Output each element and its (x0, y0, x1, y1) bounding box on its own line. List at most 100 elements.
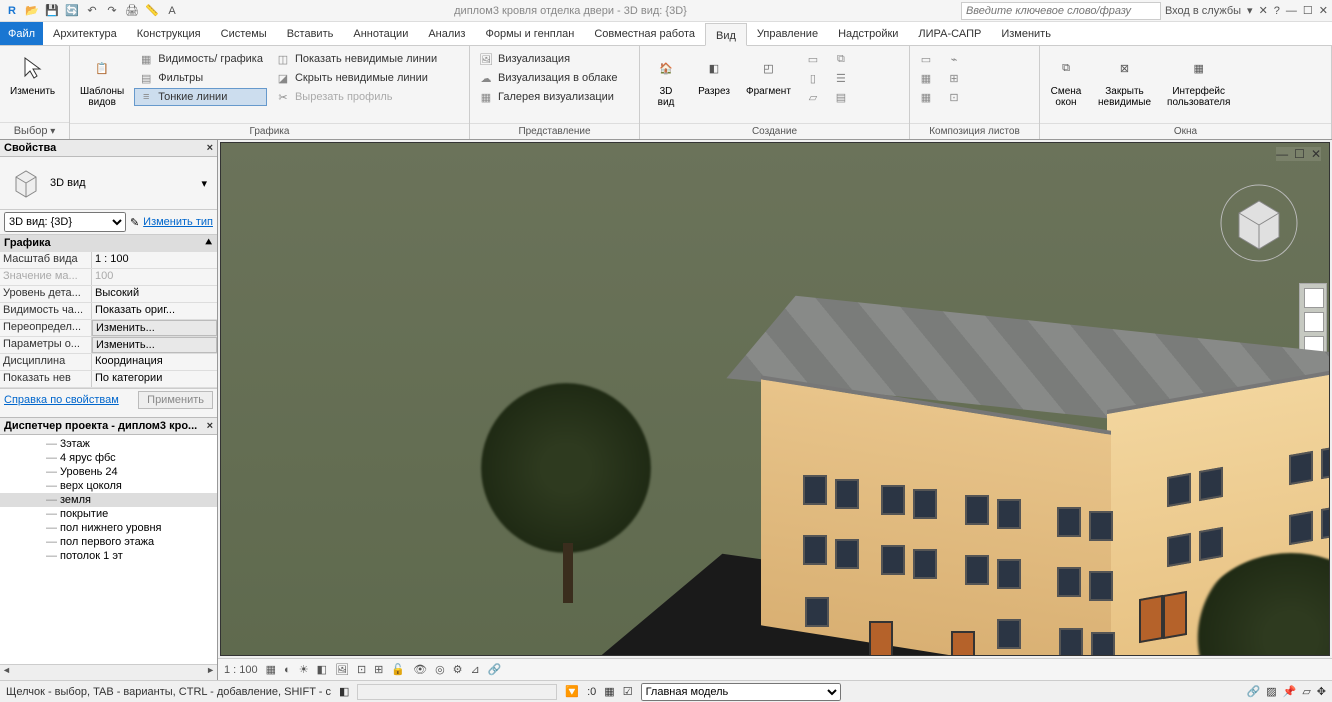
type-selector-status[interactable] (357, 684, 557, 700)
workset-selector[interactable]: Главная модель (641, 683, 841, 701)
scale-label[interactable]: 1 : 100 (224, 664, 258, 676)
sheet-button[interactable]: ▭ (914, 50, 938, 68)
tab-annotate[interactable]: Аннотации (343, 22, 418, 45)
half-tone-icon[interactable]: ◧ (339, 685, 349, 698)
select-face-icon[interactable]: ▱ (1302, 685, 1310, 698)
crop-show-icon[interactable]: ⊞ (374, 663, 383, 676)
tab-architecture[interactable]: Архитектура (43, 22, 127, 45)
text-icon[interactable]: A (164, 3, 180, 19)
guide-grid-button[interactable]: ▦ (914, 88, 938, 106)
exchange-icon[interactable]: ✕ (1259, 4, 1268, 17)
project-browser-tree[interactable]: 3этаж4 ярус фбсУровень 24верх цоколяземл… (0, 435, 217, 664)
show-hidden-button[interactable]: ◫Показать невидимые линии (271, 50, 441, 68)
browser-item[interactable]: верх цоколя (0, 479, 217, 493)
select-links-icon[interactable]: 🔗 (1247, 685, 1261, 698)
property-row[interactable]: ДисциплинаКоординация (0, 354, 217, 371)
viewref-button[interactable]: ⊞ (942, 69, 966, 87)
print-icon[interactable]: 🖨 (124, 3, 140, 19)
select-underlay-icon[interactable]: ▨ (1266, 685, 1276, 698)
edit-type-link[interactable]: Изменить тип (143, 216, 213, 228)
property-row[interactable]: Параметры о...Изменить... (0, 337, 217, 354)
tab-collaborate[interactable]: Совместная работа (584, 22, 705, 45)
property-row[interactable]: Масштаб вида1 : 100 (0, 252, 217, 269)
tab-systems[interactable]: Системы (211, 22, 277, 45)
view-maximize-icon[interactable]: ☐ (1294, 147, 1305, 161)
revisions-button[interactable]: ▦ (914, 69, 938, 87)
tab-manage[interactable]: Управление (747, 22, 828, 45)
apply-button[interactable]: Применить (138, 391, 213, 409)
viewcube[interactable] (1219, 183, 1299, 263)
browser-close-button[interactable]: × (207, 420, 213, 432)
open-icon[interactable]: 📂 (24, 3, 40, 19)
render-button[interactable]: 🖼Визуализация (474, 50, 622, 68)
properties-help-link[interactable]: Справка по свойствам (4, 394, 119, 406)
unlock-view-icon[interactable]: 🔓 (391, 663, 405, 676)
property-row[interactable]: Показать невПо категории (0, 371, 217, 388)
hide-hidden-button[interactable]: ◪Скрыть невидимые линии (271, 69, 441, 87)
chevron-down-icon[interactable]: ▾ (201, 177, 207, 190)
render-gallery-button[interactable]: ▦Галерея визуализации (474, 88, 622, 106)
legends-button[interactable]: ☰ (829, 69, 853, 87)
search-input[interactable] (961, 2, 1161, 20)
redo-icon[interactable]: ↷ (104, 3, 120, 19)
file-tab[interactable]: Файл (0, 22, 43, 45)
tab-modify[interactable]: Изменить (991, 22, 1061, 45)
property-row[interactable]: Уровень дета...Высокий (0, 286, 217, 303)
drag-elements-icon[interactable]: ✥ (1317, 685, 1326, 698)
browser-item[interactable]: потолок 1 эт (0, 549, 217, 563)
tab-view[interactable]: Вид (705, 23, 747, 46)
sun-path-icon[interactable]: ☀ (299, 663, 309, 676)
horizontal-scrollbar[interactable] (0, 664, 217, 680)
dup-view-button[interactable]: ⧉ (829, 50, 853, 68)
analytical-icon[interactable]: ⊿ (471, 663, 480, 676)
detail-level-icon[interactable]: ▦ (266, 663, 276, 676)
chevron-down-icon[interactable]: ▾ (1247, 4, 1253, 17)
plan-views-button[interactable]: ▭ (801, 50, 825, 68)
restore-icon[interactable]: ☐ (1303, 4, 1313, 17)
browser-item[interactable]: 4 ярус фбс (0, 451, 217, 465)
minimize-icon[interactable]: — (1286, 5, 1297, 17)
view-close-icon[interactable]: ✕ (1311, 147, 1321, 161)
thin-lines-button[interactable]: ≡Тонкие линии (134, 88, 267, 106)
undo-icon[interactable]: ↶ (84, 3, 100, 19)
sync-icon[interactable]: 🔄 (64, 3, 80, 19)
drafting-button[interactable]: ▱ (801, 88, 825, 106)
instance-selector[interactable]: 3D вид: {3D} (4, 212, 126, 232)
visual-style-icon[interactable]: ◐ (284, 664, 291, 676)
property-row[interactable]: Видимость ча...Показать ориг... (0, 303, 217, 320)
help-icon[interactable]: ? (1274, 5, 1280, 17)
browser-item[interactable]: покрытие (0, 507, 217, 521)
user-interface-button[interactable]: ▦ Интерфейс пользователя (1161, 50, 1236, 110)
wheel-icon[interactable] (1304, 288, 1324, 308)
properties-close-button[interactable]: × (207, 142, 213, 154)
view-templates-button[interactable]: 📋 Шаблоны видов (74, 50, 130, 110)
render-dialog-icon[interactable]: 🖼 (335, 663, 349, 676)
workset-icon[interactable]: ▦ (604, 685, 614, 698)
type-selector[interactable]: 3D вид ▾ (0, 157, 217, 210)
browser-item[interactable]: земля (0, 493, 217, 507)
constraints-icon[interactable]: 🔗 (488, 663, 502, 676)
app-menu-icon[interactable]: R (4, 3, 20, 19)
browser-item[interactable]: 3этаж (0, 437, 217, 451)
measure-icon[interactable]: 📏 (144, 3, 160, 19)
switch-windows-button[interactable]: ⧉ Смена окон (1044, 50, 1088, 110)
close-icon[interactable]: ✕ (1319, 4, 1328, 17)
crop-view-icon[interactable]: ⊡ (357, 663, 366, 676)
tab-structure[interactable]: Конструкция (127, 22, 211, 45)
visibility-graphics-button[interactable]: ▦Видимость/ графика (134, 50, 267, 68)
login-link[interactable]: Вход в службы (1165, 5, 1241, 17)
editable-icon[interactable]: ☑ (623, 685, 633, 698)
browser-item[interactable]: Уровень 24 (0, 465, 217, 479)
select-pinned-icon[interactable]: 📌 (1283, 685, 1297, 698)
filters-button[interactable]: ▤Фильтры (134, 69, 267, 87)
elev-button[interactable]: ▯ (801, 69, 825, 87)
tab-massing[interactable]: Формы и генплан (475, 22, 584, 45)
shadows-icon[interactable]: ◧ (317, 663, 327, 676)
pan-icon[interactable] (1304, 312, 1324, 332)
close-hidden-button[interactable]: ⊠ Закрыть невидимые (1092, 50, 1157, 110)
3d-view-button[interactable]: 🏠 3D вид (644, 50, 688, 110)
section-button[interactable]: ◧ Разрез (692, 50, 736, 99)
edit-type-icon[interactable]: ✎ (130, 216, 139, 229)
render-cloud-button[interactable]: ☁Визуализация в облаке (474, 69, 622, 87)
browser-item[interactable]: пол нижнего уровня (0, 521, 217, 535)
